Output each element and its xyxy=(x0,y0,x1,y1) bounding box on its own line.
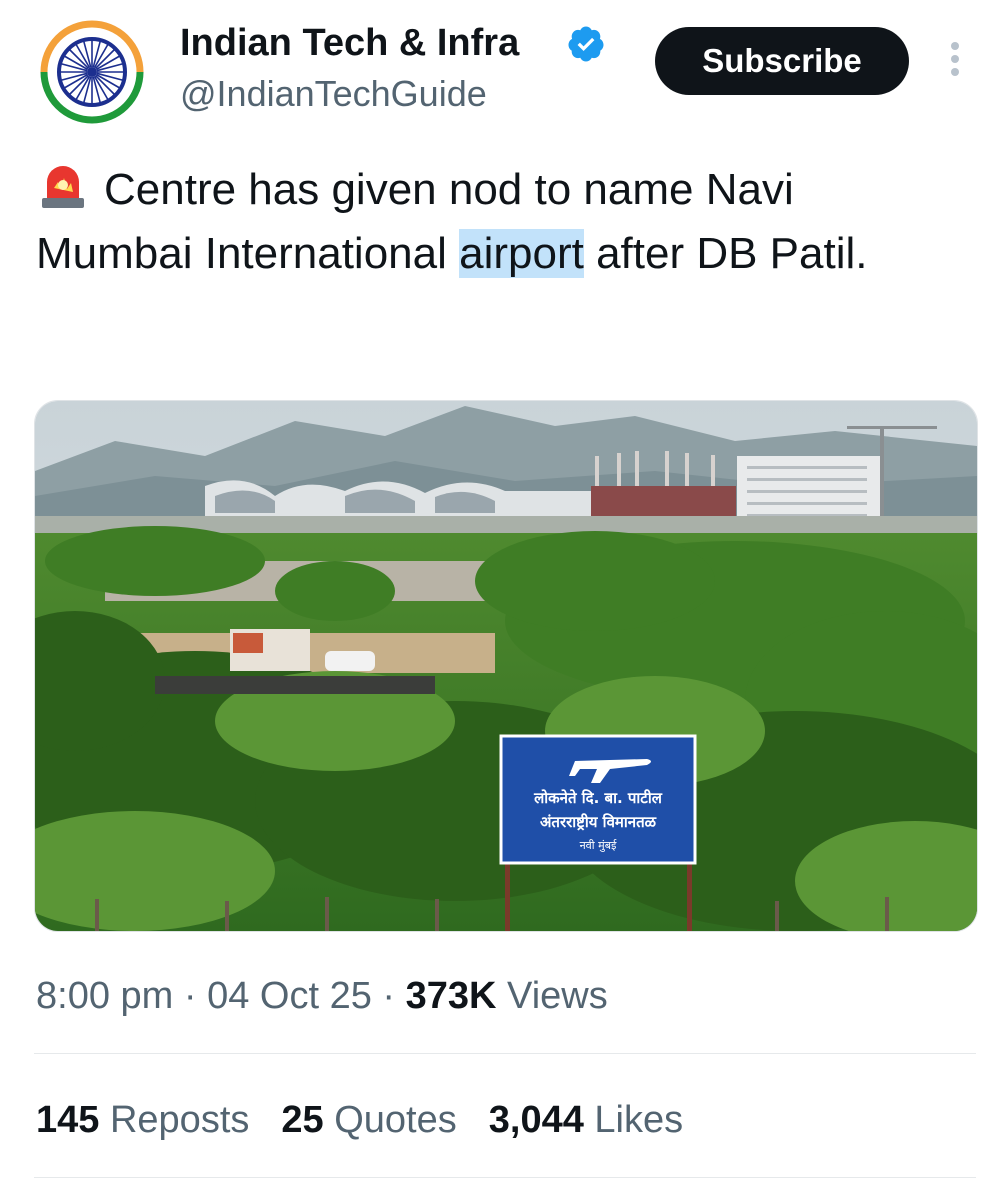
likes-label: Likes xyxy=(594,1099,684,1141)
sign-line-1: लोकनेते दि. बा. पाटील xyxy=(533,789,663,807)
likes-stat[interactable]: 3,044 Likes xyxy=(489,1094,683,1146)
airport-photo: लोकनेते दि. बा. पाटील अंतरराष्ट्रीय विमा… xyxy=(35,401,977,931)
tweet-time[interactable]: 8:00 pm xyxy=(36,975,173,1017)
avatar[interactable] xyxy=(36,16,148,128)
divider xyxy=(34,1053,976,1054)
account-name[interactable]: Indian Tech & Infra xyxy=(180,20,519,66)
tweet-text-part2: after DB Patil. xyxy=(583,229,868,278)
separator-dot: · xyxy=(382,975,396,1017)
tweet-text-highlight: airport xyxy=(459,229,584,278)
views-label: Views xyxy=(507,975,608,1017)
engagement-stats: 145 Reposts 25 Quotes 3,044 Likes xyxy=(36,1094,715,1146)
reposts-count: 145 xyxy=(36,1099,100,1141)
sign-line-3: नवी मुंबई xyxy=(580,839,618,852)
account-handle[interactable]: @IndianTechGuide xyxy=(180,72,487,116)
tweet-text: Centre has given nod to name Navi Mumbai… xyxy=(36,158,956,286)
reposts-label: Reposts xyxy=(109,1099,250,1141)
sign-line-2: अंतरराष्ट्रीय विमानतळ xyxy=(540,813,657,831)
separator-dot: · xyxy=(183,975,197,1017)
quotes-label: Quotes xyxy=(334,1099,457,1141)
subscribe-button[interactable]: Subscribe xyxy=(655,27,909,95)
ashoka-chakra-logo-icon xyxy=(40,20,144,124)
tweet-meta: 8:00 pm · 04 Oct 25 · 373K Views xyxy=(36,970,608,1022)
tweet-media-image[interactable]: लोकनेते दि. बा. पाटील अंतरराष्ट्रीय विमा… xyxy=(34,400,978,932)
quotes-stat[interactable]: 25 Quotes xyxy=(281,1094,456,1146)
verified-badge-icon xyxy=(568,26,604,62)
more-options-icon[interactable] xyxy=(944,42,966,82)
views-count: 373K xyxy=(405,975,497,1017)
police-siren-icon xyxy=(42,166,84,208)
quotes-count: 25 xyxy=(281,1099,324,1141)
likes-count: 3,044 xyxy=(488,1099,584,1141)
reposts-stat[interactable]: 145 Reposts xyxy=(36,1094,249,1146)
divider xyxy=(34,1177,976,1178)
tweet-date[interactable]: 04 Oct 25 xyxy=(207,975,372,1017)
